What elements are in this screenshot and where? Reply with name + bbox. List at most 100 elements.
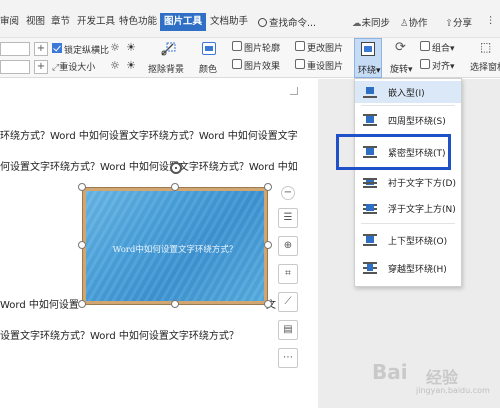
selected-picture[interactable]: Word中如何设置文字环绕方式？ bbox=[82, 187, 268, 305]
watermark-brand: Bai bbox=[372, 360, 408, 384]
tab-developer[interactable]: 开发工具 bbox=[77, 15, 115, 29]
wrap-option-inline[interactable]: 嵌入型(I) bbox=[355, 81, 461, 103]
wrap-inline-icon bbox=[363, 86, 377, 98]
annotation-highlight-box bbox=[336, 134, 451, 170]
wrap-option-label: 浮于文字上方(N) bbox=[388, 205, 456, 215]
width-increase-button[interactable]: + bbox=[34, 60, 48, 74]
wrap-option-label: 衬于文字下方(D) bbox=[388, 179, 456, 189]
align-icon bbox=[420, 59, 430, 69]
baidu-jingyan-watermark: Bai 经验 jingyan.baidu.com bbox=[372, 358, 500, 408]
menu-bar: 审阅 视图 章节 开发工具 特色功能 图片工具 文档助手 查找命令... ☁未同… bbox=[0, 0, 500, 38]
share-icon: ⇪ bbox=[445, 18, 453, 29]
cloud-icon: ☁ bbox=[352, 18, 362, 29]
wrap-text-menu: 嵌入型(I) 四周型环绕(S) 紧密型环绕(T) 衬于文字下方(D) 浮于文字上… bbox=[354, 78, 462, 287]
sync-status[interactable]: ☁未同步 bbox=[352, 15, 390, 29]
resize-handle-bottom[interactable] bbox=[171, 300, 179, 308]
cutout-button[interactable]: 抠除背景 bbox=[148, 62, 184, 75]
brightness-down-icon[interactable]: ☼ bbox=[110, 59, 120, 72]
ribbon-toolbar: + + 锁定纵横比 ⤢重设大小 ☼ ☀ ☼ ☀ 抠除背景 颜色 图片轮廓 图片效… bbox=[0, 38, 500, 78]
width-field[interactable] bbox=[0, 60, 30, 74]
wrap-behind-icon bbox=[363, 176, 377, 188]
wrap-option-behind-text[interactable]: 衬于文字下方(D) bbox=[355, 171, 461, 193]
tab-chapter[interactable]: 章节 bbox=[51, 15, 70, 29]
collapse-toolbar-icon[interactable]: − bbox=[281, 186, 295, 200]
sync-label: 未同步 bbox=[361, 18, 391, 29]
wrap-text-label: 环绕▾ bbox=[358, 66, 381, 76]
share-button[interactable]: ⇪分享 bbox=[445, 15, 472, 29]
contrast-up-icon[interactable]: ☀ bbox=[126, 41, 136, 54]
picture-content: Word中如何设置文字环绕方式？ bbox=[86, 191, 264, 301]
wrap-option-top-bottom[interactable]: 上下型环绕(O) bbox=[355, 229, 461, 251]
search-label: 查找命令... bbox=[269, 18, 317, 29]
wrap-through-icon bbox=[363, 262, 377, 274]
cutout-quick-icon[interactable]: ⟋ bbox=[278, 292, 298, 312]
height-field[interactable] bbox=[0, 42, 30, 56]
crop-icon[interactable]: ⌗ bbox=[278, 264, 298, 284]
wrap-option-through[interactable]: 穿越型环绕(H) bbox=[355, 257, 461, 279]
resize-handle-top-left[interactable] bbox=[78, 183, 86, 191]
group-icon bbox=[420, 41, 430, 51]
reset-size-label: 重设大小 bbox=[59, 63, 96, 73]
lock-ratio-checkbox[interactable] bbox=[52, 43, 62, 53]
tab-special-features[interactable]: 特色功能 bbox=[119, 15, 157, 29]
reset-size-button[interactable]: ⤢重设大小 bbox=[52, 60, 95, 73]
picture-settings-icon[interactable]: ▤ bbox=[278, 320, 298, 340]
resize-handle-bottom-right[interactable] bbox=[264, 300, 272, 308]
outline-icon bbox=[232, 41, 242, 51]
wrap-square-icon bbox=[363, 114, 377, 126]
person-icon: ♙ bbox=[400, 18, 409, 29]
contrast-down-icon[interactable]: ☀ bbox=[126, 59, 136, 72]
select-pane-icon: ⬚ bbox=[480, 40, 492, 54]
collab-button[interactable]: ♙协作 bbox=[400, 15, 428, 29]
wrap-front-icon bbox=[363, 202, 377, 214]
wrap-option-label: 四周型环绕(S) bbox=[388, 117, 446, 127]
rotate-icon: ⟳ bbox=[395, 40, 406, 55]
change-picture-icon bbox=[295, 41, 305, 51]
resize-handle-bottom-left[interactable] bbox=[78, 300, 86, 308]
effects-button[interactable]: 图片效果 bbox=[244, 59, 280, 72]
search-icon bbox=[258, 18, 267, 27]
tab-view[interactable]: 视图 bbox=[26, 15, 45, 29]
wrap-option-label: 嵌入型(I) bbox=[388, 89, 425, 99]
tab-picture-tools[interactable]: 图片工具 bbox=[160, 13, 207, 31]
wrap-option-in-front-of-text[interactable]: 浮于文字上方(N) bbox=[355, 197, 461, 219]
watermark-brand-cn: 经验 bbox=[426, 368, 459, 387]
resize-handle-right[interactable] bbox=[264, 241, 272, 249]
rotate-button[interactable]: 旋转▾ bbox=[390, 62, 413, 75]
tab-doc-assistant[interactable]: 文档助手 bbox=[210, 15, 248, 29]
zoom-icon[interactable]: ⊕ bbox=[278, 236, 298, 256]
wrap-option-label: 上下型环绕(O) bbox=[388, 237, 448, 247]
reset-picture-button[interactable]: 重设图片 bbox=[307, 59, 343, 72]
picture-caption: Word中如何设置文字环绕方式？ bbox=[112, 245, 238, 255]
resize-handle-top[interactable] bbox=[171, 183, 179, 191]
effects-icon bbox=[232, 59, 242, 69]
tab-review[interactable]: 审阅 bbox=[0, 15, 19, 29]
brightness-up-icon[interactable]: ☼ bbox=[110, 41, 120, 54]
select-pane-button[interactable]: 选择窗格 bbox=[470, 60, 500, 73]
wrap-text-button[interactable]: 环绕▾ bbox=[354, 38, 382, 78]
layout-options-icon[interactable]: ☰ bbox=[278, 208, 298, 228]
more-icon[interactable]: ⋮ bbox=[486, 15, 496, 26]
resize-handle-left[interactable] bbox=[78, 241, 86, 249]
document-text-line: 设置文字环绕方式？Word 中如何设置文字环绕方式？ bbox=[0, 331, 239, 342]
wrap-text-icon bbox=[361, 42, 375, 56]
align-button[interactable]: 对齐▾ bbox=[432, 59, 455, 72]
cutout-icon bbox=[160, 42, 176, 56]
wrap-option-square[interactable]: 四周型环绕(S) bbox=[355, 109, 461, 131]
share-label: 分享 bbox=[452, 18, 472, 29]
change-picture-button[interactable]: 更改图片 bbox=[307, 41, 343, 54]
command-search[interactable]: 查找命令... bbox=[258, 15, 316, 29]
document-text-line: 何设置文字环绕方式？Word 中如何设置文字环绕方式？Word 中如 bbox=[0, 162, 298, 173]
group-button[interactable]: 组合▾ bbox=[432, 41, 455, 54]
height-increase-button[interactable]: + bbox=[34, 42, 48, 56]
outline-button[interactable]: 图片轮廓 bbox=[244, 41, 280, 54]
wrap-option-label: 穿越型环绕(H) bbox=[388, 265, 447, 275]
more-options-icon[interactable]: ⋯ bbox=[278, 348, 298, 368]
document-text-line: 环绕方式？Word 中如何设置文字环绕方式？Word 中如何设置文字 bbox=[0, 131, 298, 142]
wrap-top-bottom-icon bbox=[363, 234, 377, 246]
rotate-handle[interactable] bbox=[170, 162, 182, 174]
color-button[interactable]: 颜色 bbox=[199, 62, 217, 75]
collab-label: 协作 bbox=[408, 18, 428, 29]
resize-handle-top-right[interactable] bbox=[264, 183, 272, 191]
menu-divider bbox=[361, 223, 455, 224]
